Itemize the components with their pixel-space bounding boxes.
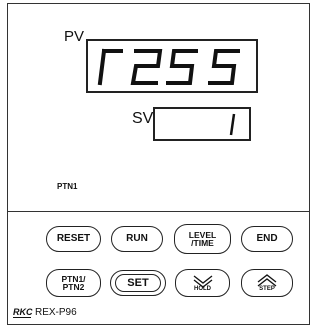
pv-label: PV <box>64 28 85 45</box>
hold-down-button[interactable]: HOLD <box>175 269 230 297</box>
set-button-inner: SET <box>115 274 161 292</box>
run-button[interactable]: RUN <box>111 226 163 252</box>
set-label: SET <box>127 276 149 289</box>
step-label: STEP <box>259 286 275 292</box>
sv-display: 1 <box>153 107 251 141</box>
sv-seven-segment-readout <box>229 113 236 136</box>
pv-seven-segment-readout <box>97 48 240 86</box>
set-button[interactable]: SET <box>110 270 166 296</box>
pv-digit-5a <box>166 49 198 85</box>
ptn-button[interactable]: PTN1/ PTN2 <box>46 269 101 297</box>
pv-display: r255 <box>86 39 258 93</box>
hold-label: HOLD <box>194 286 211 292</box>
model-name: REX-P96 <box>35 307 77 318</box>
model-footer: RKC REX-P96 <box>13 307 77 318</box>
step-up-button[interactable]: STEP <box>241 269 293 297</box>
pv-digit-2 <box>130 49 163 85</box>
panel-divider <box>8 211 309 212</box>
pattern-indicator: PTN1 <box>57 182 78 191</box>
ptn-label: PTN1/ PTN2 <box>61 273 86 292</box>
pv-digit-5b <box>208 49 240 85</box>
sv-label: SV <box>132 110 154 127</box>
level-time-button[interactable]: LEVEL /TIME <box>174 224 231 254</box>
reset-button[interactable]: RESET <box>46 226 101 252</box>
sv-digit-1 <box>229 113 236 136</box>
level-time-label: LEVEL /TIME <box>188 229 217 248</box>
pv-digit-r <box>97 48 123 86</box>
rkc-logo: RKC <box>13 307 33 318</box>
end-button[interactable]: END <box>241 226 293 252</box>
